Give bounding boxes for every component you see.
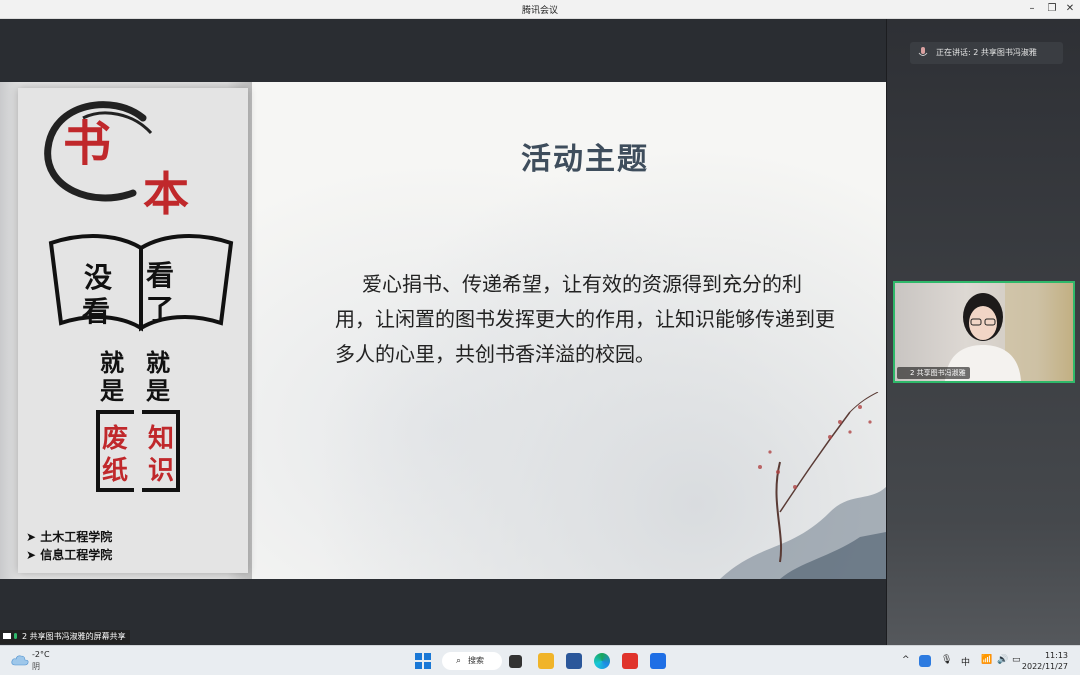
- poster-image: 书 本 没 看 看 了 就 是 就 是 废 纸 知 识 ➤ 土木工程学院 ➤ 信…: [0, 82, 252, 579]
- close-button[interactable]: ✕: [1062, 2, 1078, 16]
- poster-brand-char-1: 书: [63, 116, 112, 172]
- restore-button[interactable]: ❐: [1044, 2, 1060, 16]
- taskbar-search[interactable]: ⌕ 搜索: [442, 652, 502, 670]
- poster-board: 书 本 没 看 看 了 就 是 就 是 废 纸 知 识 ➤ 土木工程学院 ➤ 信…: [18, 88, 248, 573]
- wifi-icon[interactable]: 📶: [981, 655, 992, 665]
- poster-department-1: ➤ 土木工程学院: [26, 530, 113, 544]
- cloud-weather-icon[interactable]: [11, 654, 29, 666]
- slide-body-text: 爱心捐书、传递希望，让有效的资源得到充分的利用，让闲置的图书发挥更大的作用，让知…: [335, 272, 835, 366]
- speaking-label: 正在讲话: 2 共享图书冯淑雅: [936, 48, 1037, 57]
- open-book-icon: [48, 234, 234, 332]
- tray-app-icon[interactable]: [919, 655, 931, 667]
- wps-office-icon[interactable]: [622, 653, 638, 669]
- volume-icon[interactable]: 🔊: [997, 655, 1008, 665]
- poster-right-char-6: 识: [148, 456, 175, 486]
- slide-title: 活动主题: [521, 142, 649, 177]
- microphone-icon: [918, 47, 928, 56]
- participant-name: 2 共享图书冯淑雅: [910, 369, 966, 377]
- clock-date: 2022/11/27: [1021, 662, 1068, 671]
- poster-brand-char-2: 本: [143, 167, 189, 221]
- show-hidden-icons-chevron-icon[interactable]: ^: [902, 655, 910, 665]
- share-screen-mic-icon: [3, 633, 17, 639]
- windows-taskbar: -2°C 阴 ⌕ 搜索 ^ 🎙 中 📶 🔊 ▭ 11:13 2022/11/27: [0, 645, 1080, 675]
- participant-name-label: 2 共享图书冯淑雅: [897, 367, 970, 379]
- title-bar: 腾讯会议 – ❐ ✕: [0, 0, 1080, 19]
- poster-right-char-2: 了: [146, 293, 175, 326]
- screen-share-indicator[interactable]: 2 共享图书冯淑雅的屏幕共享: [0, 630, 130, 644]
- weather-temperature[interactable]: -2°C: [32, 650, 50, 659]
- clock-time: 11:13: [1044, 651, 1068, 660]
- search-icon: ⌕: [456, 656, 462, 666]
- poster-left-char-6: 纸: [102, 456, 129, 486]
- shared-screen-area: 书 本 没 看 看 了 就 是 就 是 废 纸 知 识 ➤ 土木工程学院 ➤ 信…: [0, 19, 886, 645]
- word-icon[interactable]: [566, 653, 582, 669]
- battery-icon[interactable]: ▭: [1012, 655, 1021, 665]
- system-clock[interactable]: 11:13 2022/11/27: [1022, 650, 1068, 672]
- file-explorer-icon[interactable]: [538, 653, 554, 669]
- participant-video-tile[interactable]: 2 共享图书冯淑雅: [893, 281, 1075, 383]
- search-label: 搜索: [468, 656, 484, 665]
- edge-browser-icon[interactable]: [594, 653, 610, 669]
- speaking-indicator: 正在讲话: 2 共享图书冯淑雅: [910, 42, 1063, 64]
- weather-condition[interactable]: 阴: [32, 661, 40, 672]
- ime-indicator[interactable]: 中: [961, 655, 970, 668]
- presentation-slide: 书 本 没 看 看 了 就 是 就 是 废 纸 知 识 ➤ 土木工程学院 ➤ 信…: [0, 82, 886, 579]
- screen-share-label: 2 共享图书冯淑雅的屏幕共享: [22, 632, 126, 641]
- start-button-icon[interactable]: [415, 653, 431, 669]
- minimize-button[interactable]: –: [1024, 2, 1040, 16]
- ink-painting-decoration: [720, 392, 886, 579]
- task-view-icon[interactable]: [509, 655, 522, 668]
- tencent-meeting-icon[interactable]: [650, 653, 666, 669]
- poster-left-char-4: 是: [100, 377, 124, 405]
- poster-department-2: ➤ 信息工程学院: [26, 548, 113, 562]
- poster-left-char-2: 看: [82, 295, 111, 328]
- window-title: 腾讯会议: [521, 6, 558, 16]
- microphone-tray-icon[interactable]: 🎙: [941, 655, 952, 665]
- poster-right-char-4: 是: [146, 377, 170, 405]
